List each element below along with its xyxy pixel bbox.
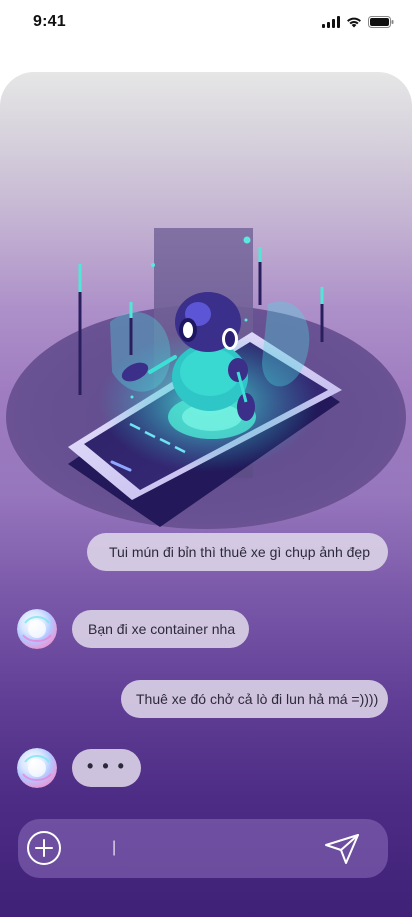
message-bubble-incoming: Bạn đi xe container nha — [72, 610, 249, 648]
status-icons — [322, 16, 394, 28]
bot-avatar-icon — [17, 609, 57, 649]
plus-circle-icon — [27, 831, 61, 865]
status-time: 9:41 — [33, 13, 66, 30]
message-bubble-outgoing: Thuê xe đó chở cả lò đi lun hả má =)))) — [121, 680, 388, 718]
message-bubble-outgoing: Tui mún đi bỉn thì thuê xe gì chụp ảnh đ… — [87, 533, 388, 571]
chat-screen: Tui mún đi bỉn thì thuê xe gì chụp ảnh đ… — [0, 72, 412, 917]
status-bar: 9:41 — [0, 0, 412, 46]
robot-on-phone-illustration — [6, 228, 406, 529]
message-composer — [18, 819, 388, 878]
signal-icon — [322, 16, 340, 28]
bot-avatar — [17, 748, 57, 788]
send-icon — [325, 834, 359, 864]
typing-indicator: • • • — [72, 749, 141, 787]
battery-icon — [368, 16, 394, 28]
add-attachment-button[interactable] — [26, 830, 62, 866]
send-button[interactable] — [322, 831, 362, 867]
bot-avatar-icon — [17, 748, 57, 788]
message-input[interactable] — [112, 833, 312, 863]
bot-avatar — [17, 609, 57, 649]
wifi-icon — [347, 17, 361, 28]
